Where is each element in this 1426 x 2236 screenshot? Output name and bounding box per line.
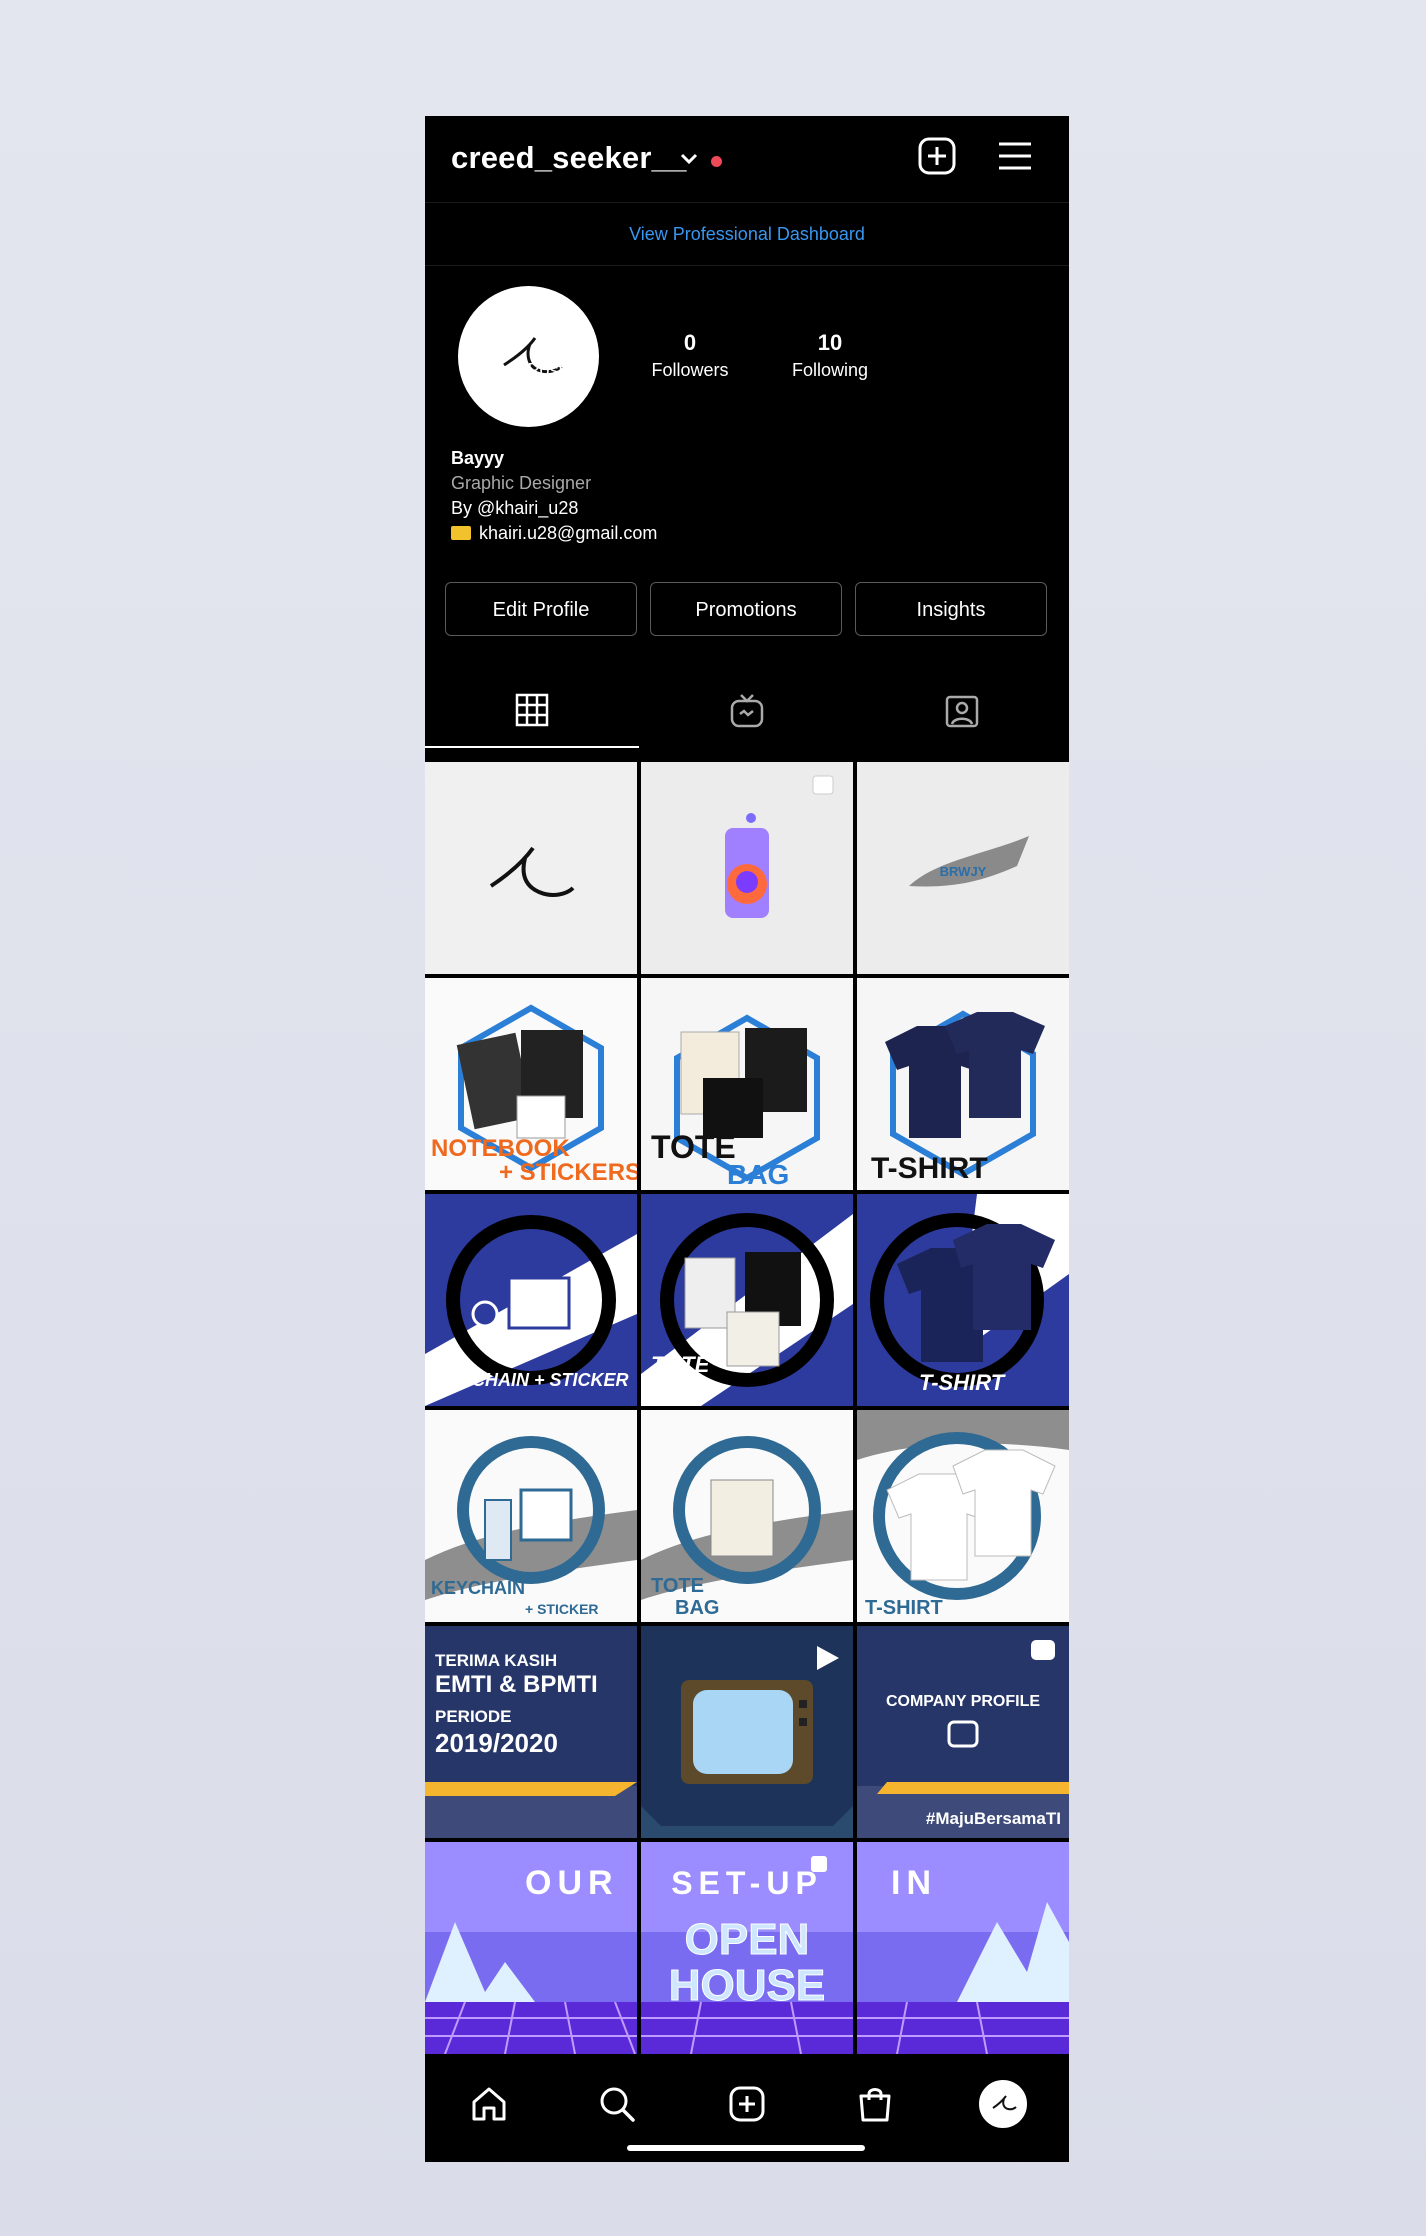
followers-count: 0 [683, 330, 697, 355]
grid-icon [515, 693, 549, 727]
display-name: Bayyy [451, 448, 505, 468]
nav-search[interactable] [593, 2080, 641, 2128]
post-title: NOTEBOOK [431, 1135, 570, 1162]
posts-label: Posts [527, 360, 573, 380]
envelope-icon [451, 526, 471, 540]
post-title: 2019/2020 [435, 1728, 558, 1758]
professional-dashboard-link[interactable]: View Professional Dashboard [425, 202, 1069, 266]
post-tile[interactable]: TERIMA KASIH EMTI & BPMTI PERIODE 2019/2020 [425, 1626, 637, 1838]
top-bar: creed_seeker__ [425, 116, 1069, 202]
post-tile[interactable]: TOTE BAG [641, 978, 853, 1190]
tab-grid[interactable] [425, 674, 639, 748]
post-tile[interactable]: BRWJY [857, 762, 1069, 974]
post-title: BAG [651, 1376, 700, 1401]
post-title: TOTE [651, 1129, 736, 1165]
post-tile[interactable]: SET-UP OPEN HOUSE [641, 1842, 853, 2054]
post-tile[interactable]: KEYCHAIN + STICKER [425, 1194, 637, 1406]
stat-following[interactable]: 10 Following [770, 330, 890, 381]
nav-shop[interactable] [851, 2080, 899, 2128]
post-title: KEYCHAIN + STICKER [435, 1370, 629, 1390]
post-title: T-SHIRT [919, 1370, 1006, 1395]
shop-icon [859, 2088, 891, 2122]
post-title: HOUSE [669, 1961, 825, 2010]
post-tile[interactable]: TOTE BAG [641, 1194, 853, 1406]
post-title: TOTE [651, 1575, 704, 1597]
post-tile[interactable]: TOTE BAG [641, 1410, 853, 1622]
promotions-button[interactable]: Promotions [650, 582, 842, 636]
post-tile[interactable]: KEYCHAIN + STICKER [425, 1410, 637, 1622]
post-tile[interactable]: NOTEBOOK + STICKERS [425, 978, 637, 1190]
post-title: BAG [675, 1597, 719, 1619]
post-title: + STICKER [525, 1601, 599, 1617]
bottom-navigation [425, 2058, 1069, 2162]
nav-home[interactable] [465, 2080, 513, 2128]
following-count: 10 [817, 330, 843, 355]
post-title: PERIODE [435, 1707, 512, 1726]
nav-profile[interactable] [979, 2080, 1027, 2128]
post-title: TERIMA KASIH [435, 1651, 557, 1670]
post-hashtag: #MajuBersamaTI [926, 1809, 1061, 1828]
logo-brwjy: BRWJY [940, 864, 987, 879]
post-tile[interactable]: COMPANY PROFILE #MajuBersamaTI [857, 1626, 1069, 1838]
tab-igtv[interactable] [640, 674, 854, 748]
tagged-icon [945, 695, 979, 728]
instagram-profile-screen: creed_seeker__ View Professional Dashboa… [425, 116, 1069, 2162]
home-icon [472, 2087, 506, 2121]
email-text: khairi.u28@gmail.com [479, 523, 658, 543]
profile-avatar-icon [979, 2080, 1027, 2128]
stat-posts[interactable]: 21 Posts [490, 330, 610, 381]
post-title: KEYCHAIN [431, 1578, 525, 1598]
igtv-icon [730, 694, 764, 728]
post-tile[interactable]: IN [857, 1842, 1069, 2054]
menu-icon[interactable] [997, 138, 1033, 174]
tab-tagged[interactable] [855, 674, 1069, 748]
igtv-badge-icon [1031, 1640, 1055, 1660]
new-post-icon[interactable] [917, 136, 957, 176]
post-tile[interactable] [641, 762, 853, 974]
following-label: Following [791, 360, 869, 380]
search-icon [600, 2087, 635, 2122]
post-title: EMTI & BPMTI [435, 1671, 598, 1698]
username-switcher[interactable]: creed_seeker__ [451, 140, 687, 176]
post-title: IN [891, 1864, 937, 1902]
category-label: Graphic Designer [451, 473, 592, 493]
insights-button[interactable]: Insights [855, 582, 1047, 636]
chevron-down-icon[interactable] [678, 148, 700, 170]
notification-dot [711, 156, 722, 167]
post-title: TOTE [651, 1352, 711, 1377]
post-title: T-SHIRT [865, 1597, 943, 1619]
bio: Bayyy Graphic Designer By @khairi_u28 kh… [451, 446, 657, 546]
post-title: COMPANY PROFILE [886, 1693, 1040, 1710]
followers-label: Followers [651, 360, 729, 380]
stat-followers[interactable]: 0 Followers [630, 330, 750, 381]
post-tile[interactable] [641, 1626, 853, 1838]
email-line[interactable]: khairi.u28@gmail.com [451, 521, 657, 546]
post-title: SET-UP [671, 1865, 823, 1901]
post-title: OPEN [685, 1915, 810, 1964]
nav-create[interactable] [723, 2080, 771, 2128]
post-tile[interactable]: T-SHIRT [857, 978, 1069, 1190]
home-indicator [627, 2145, 865, 2151]
post-title: OUR [525, 1864, 619, 1902]
post-tile[interactable] [425, 762, 637, 974]
post-title: + STICKERS [499, 1159, 637, 1186]
create-icon [729, 2086, 765, 2122]
posts-count: 21 [537, 330, 563, 355]
edit-profile-button[interactable]: Edit Profile [445, 582, 637, 636]
post-title: T-SHIRT [871, 1152, 988, 1185]
post-title: BAG [727, 1159, 789, 1190]
post-tile[interactable]: T-SHIRT [857, 1194, 1069, 1406]
bio-line[interactable]: By @khairi_u28 [451, 496, 657, 521]
post-tile[interactable]: T-SHIRT [857, 1410, 1069, 1622]
post-tile[interactable]: OUR [425, 1842, 637, 2054]
